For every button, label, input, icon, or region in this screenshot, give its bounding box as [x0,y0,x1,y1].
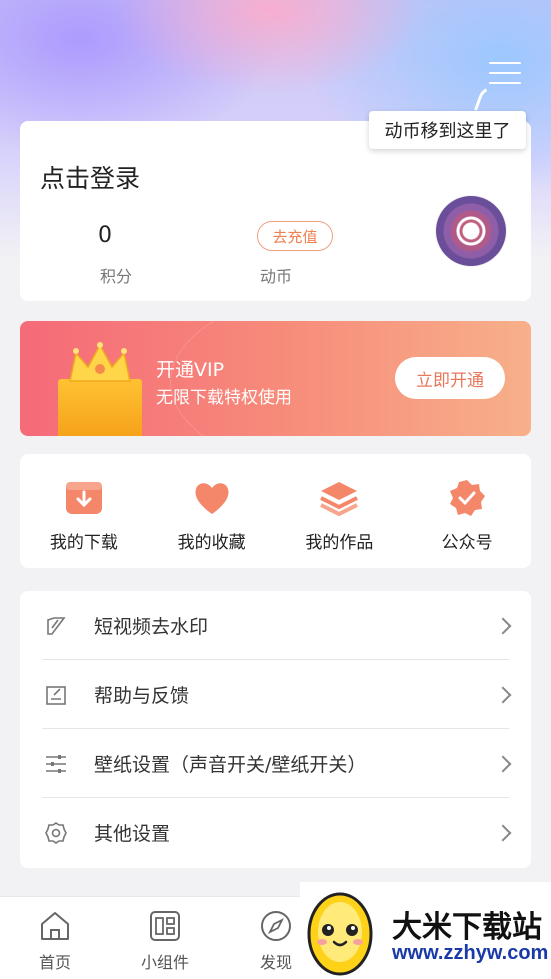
shortcut-label: 我的作品 [305,533,374,553]
menu-icon[interactable] [489,60,521,86]
verified-badge-icon [450,480,486,516]
brush-icon [47,616,66,635]
watermark-title: 大米下载站 [392,910,542,945]
settings-item-label: 帮助与反馈 [94,685,190,707]
settings-item-label: 短视频去水印 [94,616,209,638]
widget-icon [150,911,180,941]
watermark-url: www.zzhyw.com [392,942,549,964]
tab-label: 发现 [259,953,292,972]
shortcut-official-account[interactable]: 公众号 [403,454,531,568]
shortcut-my-downloads[interactable]: 我的下载 [20,454,148,568]
layers-icon [320,482,359,517]
vip-subtitle: 无限下载特权使用 [156,388,292,408]
chevron-right-icon [494,686,512,703]
open-vip-button[interactable]: 立即开通 [395,357,505,399]
recharge-button[interactable]: 去充值 [257,221,333,251]
coin-label: 动币 [260,267,293,286]
settings-item-remove-watermark[interactable]: 短视频去水印 [20,591,531,660]
chevron-right-icon [494,755,512,772]
settings-item-help-feedback[interactable]: 帮助与反馈 [20,660,531,729]
points-value[interactable]: 0 [98,223,112,248]
points-label: 积分 [100,267,133,286]
chevron-right-icon [494,824,512,841]
heart-icon [195,483,229,514]
settings-item-other[interactable]: 其他设置 [20,798,531,867]
vip-title: 开通VIP [156,359,225,381]
coin-moved-tooltip: 动币移到这里了 [369,111,526,149]
tab-home[interactable]: 首页 [25,909,85,973]
tab-label: 首页 [38,953,71,972]
shortcut-grid: 我的下载 我的收藏 我的作品 公众号 [20,454,531,568]
chevron-right-icon [494,617,512,634]
shortcut-label: 我的收藏 [177,533,246,553]
home-icon [41,912,69,940]
settings-item-wallpaper[interactable]: 壁纸设置（声音开关/壁纸开关） [20,729,531,798]
avatar[interactable] [436,196,506,266]
download-box-icon [65,482,102,514]
shortcut-label: 我的下载 [49,533,118,553]
tab-widgets[interactable]: 小组件 [135,909,195,973]
shortcut-label: 公众号 [441,533,493,553]
login-prompt[interactable]: 点击登录 [40,159,140,195]
sliders-icon [46,754,66,773]
site-watermark: 大米下载站 www.zzhyw.com [300,882,551,979]
crown-icon [69,342,131,382]
settings-item-label: 壁纸设置（声音开关/壁纸开关） [94,754,367,776]
tab-discover[interactable]: 发现 [246,909,306,973]
shortcut-my-works[interactable]: 我的作品 [276,454,404,568]
gift-box-icon [58,379,142,436]
settings-item-label: 其他设置 [94,823,171,845]
gear-icon [45,821,67,844]
mascot-logo [307,892,373,976]
settings-list: 短视频去水印 帮助与反馈 壁纸设置（声音开关/壁纸开关） 其他设置 [20,591,531,868]
compass-icon [261,911,291,941]
shortcut-my-favorites[interactable]: 我的收藏 [148,454,276,568]
tab-label: 小组件 [140,953,189,972]
edit-note-icon [46,685,66,705]
vip-banner[interactable]: 开通VIP 无限下载特权使用 立即开通 [20,321,531,436]
